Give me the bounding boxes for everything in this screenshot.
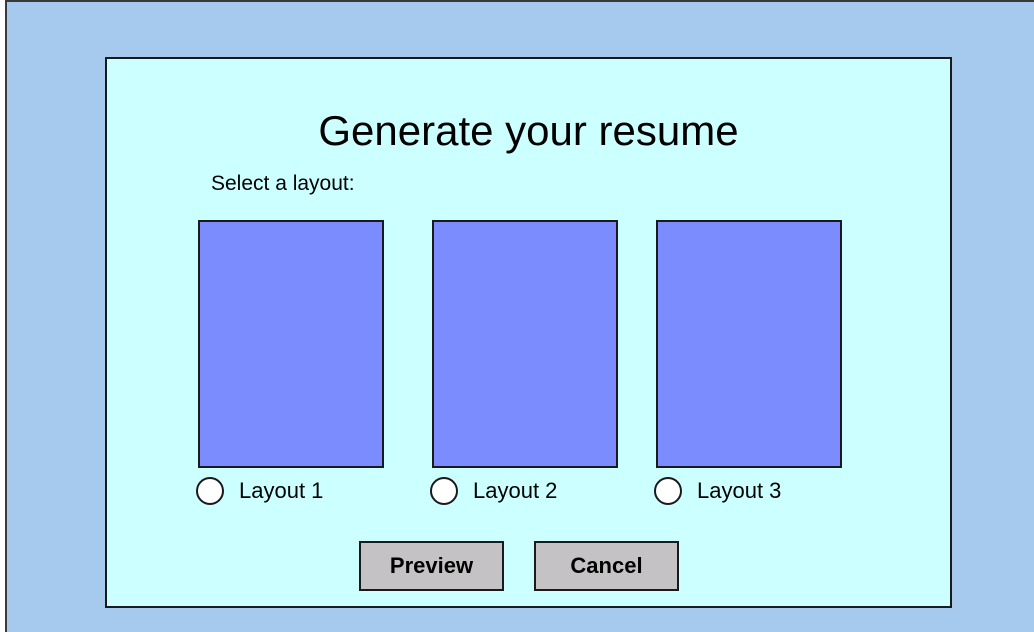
layout-2-radio[interactable] bbox=[430, 477, 458, 505]
layout-3-thumbnail[interactable] bbox=[656, 220, 842, 468]
dialog-title: Generate your resume bbox=[318, 107, 739, 154]
layout-1-thumbnail[interactable] bbox=[198, 220, 384, 468]
resume-dialog: Generate your resume Select a layout: La… bbox=[105, 57, 952, 608]
layout-3-label: Layout 3 bbox=[697, 478, 782, 503]
preview-button[interactable]: Preview bbox=[359, 541, 504, 591]
layout-3-choice[interactable]: Layout 3 bbox=[654, 477, 781, 505]
app-window: Generate your resume Select a layout: La… bbox=[5, 0, 1034, 632]
layout-2-thumbnail[interactable] bbox=[432, 220, 618, 468]
layout-3-radio[interactable] bbox=[654, 477, 682, 505]
select-layout-label: Select a layout: bbox=[211, 172, 355, 195]
cancel-button[interactable]: Cancel bbox=[534, 541, 679, 591]
layout-option-3: Layout 3 bbox=[654, 220, 842, 505]
layout-option-2: Layout 2 bbox=[430, 220, 618, 505]
layout-2-choice[interactable]: Layout 2 bbox=[430, 477, 557, 505]
layout-1-choice[interactable]: Layout 1 bbox=[196, 477, 323, 505]
layout-1-label: Layout 1 bbox=[239, 478, 324, 503]
layout-option-1: Layout 1 bbox=[196, 220, 384, 505]
layout-2-label: Layout 2 bbox=[473, 478, 558, 503]
layout-1-radio[interactable] bbox=[196, 477, 224, 505]
